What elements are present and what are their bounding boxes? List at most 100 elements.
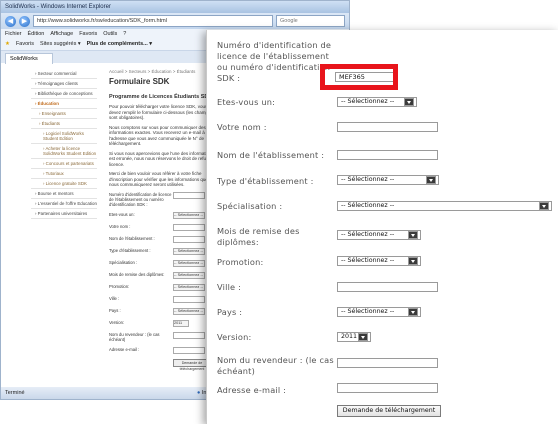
mini-mois-label: Mois de remise des diplômes:	[109, 271, 165, 277]
type-etablissement-select[interactable]: -- Sélectionnez --	[337, 175, 439, 185]
mini-etes-label: Etes-vous un:	[109, 211, 135, 217]
specialisation-select[interactable]: -- Sélectionnez --	[337, 201, 552, 211]
menu-favoris[interactable]: Favoris	[79, 29, 97, 39]
mini-etab-label: Nom de l'établissement :	[109, 235, 155, 241]
intro-paragraph: Pour pouvoir télécharger votre licence S…	[109, 104, 211, 120]
mini-revendeur-label: Nom du revendeur : (le cas échéant)	[109, 331, 160, 342]
menu-affichage[interactable]: Affichage	[50, 29, 73, 39]
specialisation-label: Spécialisation :	[217, 201, 283, 211]
search-input[interactable]: Google	[276, 15, 345, 27]
star-icon[interactable]: ★	[5, 39, 10, 50]
mini-etab-input[interactable]	[173, 235, 205, 243]
menu-edition[interactable]: Édition	[28, 29, 45, 39]
page-subtitle: Programme de Licences Étudiants SDK	[109, 94, 213, 100]
highlight-box	[320, 64, 398, 90]
mois-remise-label: Mois de remise des diplômes:	[217, 226, 300, 247]
mini-promo-select[interactable]: -- Sélectionnez --	[173, 283, 205, 291]
mini-sdk-input[interactable]	[173, 191, 205, 199]
etablissement-input[interactable]	[337, 150, 438, 160]
globe-icon: ●	[197, 390, 201, 396]
more-addons-link[interactable]: Plus de compléments... ▾	[87, 39, 152, 50]
etablissement-label: Nom de l'établissement :	[217, 150, 325, 160]
chevron-down-icon[interactable]	[358, 333, 368, 341]
mini-email-input[interactable]	[173, 346, 205, 354]
email-input[interactable]	[337, 383, 438, 393]
mini-spec-select[interactable]: -- Sélectionnez --	[173, 259, 205, 267]
page-title: Formulaire SDK	[109, 77, 170, 86]
mini-sdk-label: Numéro d'identification de licence de l'…	[109, 191, 172, 207]
nom-label: Votre nom :	[217, 122, 267, 132]
chevron-down-icon[interactable]	[408, 257, 418, 265]
url-bar[interactable]: http://www.solidworks.fr/sw/education/SD…	[33, 15, 273, 27]
left-nav-item[interactable]: › Acheter la licence SolidWorks Student …	[31, 144, 97, 159]
download-request-button[interactable]: Demande de téléchargement	[337, 405, 441, 417]
mini-version-label: Version:	[109, 319, 125, 325]
pays-select[interactable]: -- Sélectionnez --	[337, 307, 421, 317]
menu-help[interactable]: ?	[123, 29, 126, 39]
mini-version-select[interactable]: 2011	[173, 319, 189, 327]
mini-type-select[interactable]: -- Sélectionnez --	[173, 247, 205, 255]
menu-fichier[interactable]: Fichier	[5, 29, 22, 39]
mini-form: Numéro d'identification de licence de l'…	[109, 191, 219, 371]
version-select[interactable]: 2011	[337, 332, 371, 342]
left-nav: › Secteur commercial › Témoignages client…	[31, 69, 97, 219]
promotion-select[interactable]: -- Sélectionnez --	[337, 256, 421, 266]
left-nav-item[interactable]: › Licence gratuite SDK	[31, 179, 97, 189]
mini-promo-label: Promotion:	[109, 283, 130, 289]
forward-icon[interactable]: ▶	[19, 15, 30, 27]
mini-pays-label: Pays :	[109, 307, 121, 313]
left-nav-item[interactable]: › Bibliothèque de conceptions	[31, 89, 97, 99]
mini-ville-input[interactable]	[173, 295, 205, 303]
left-nav-item[interactable]: › L'essentiel de l'offre Education	[31, 199, 97, 209]
mois-remise-select[interactable]: -- Sélectionnez --	[337, 230, 421, 240]
chevron-down-icon[interactable]	[404, 98, 414, 106]
chevron-down-icon[interactable]	[408, 308, 418, 316]
version-label: Version:	[217, 332, 252, 342]
type-etablissement-label: Type d'établissement :	[217, 176, 314, 186]
pays-label: Pays :	[217, 307, 243, 317]
menu-outils[interactable]: Outils	[103, 29, 117, 39]
revendeur-input[interactable]	[337, 358, 438, 368]
etes-vous-select[interactable]: -- Sélectionnez --	[337, 97, 417, 107]
promotion-label: Promotion:	[217, 257, 264, 267]
status-text: Terminé	[5, 390, 25, 396]
mini-type-label: Type d'établissement :	[109, 247, 151, 253]
chevron-down-icon[interactable]	[426, 176, 436, 184]
ville-label: Ville :	[217, 282, 242, 292]
intro-paragraph: Nous comptons sur vous pour communiquer …	[109, 124, 206, 147]
left-nav-item[interactable]: › Partenaires universitaires	[31, 209, 97, 219]
email-label: Adresse e-mail :	[217, 385, 287, 395]
window-title: SolidWorks - Windows Internet Explorer	[1, 1, 349, 13]
mini-mois-select[interactable]: -- Sélectionnez --	[173, 271, 205, 279]
mini-nom-input[interactable]	[173, 223, 205, 231]
sdk-label: Numéro d'identification de licence de l'…	[217, 40, 332, 83]
mini-spec-label: Spécialisation :	[109, 259, 138, 265]
main-column: Accueil > Secteurs > Éducation > Étudian…	[109, 69, 219, 372]
revendeur-label: Nom du revendeur : (le cas échéant)	[217, 355, 334, 376]
address-row: ◀ ▶ http://www.solidworks.fr/sw/educatio…	[1, 13, 349, 29]
nom-input[interactable]	[337, 122, 438, 132]
chevron-down-icon[interactable]	[539, 202, 549, 210]
chevron-down-icon[interactable]	[408, 231, 418, 239]
left-nav-item[interactable]: › Témoignages clients	[31, 79, 97, 89]
left-nav-item[interactable]: › Logiciel SolidWorks Student Edition	[31, 129, 97, 144]
left-nav-item[interactable]: › Éducation	[31, 99, 97, 109]
suggested-sites-link[interactable]: Sites suggérés ▾	[40, 39, 81, 50]
left-nav-item[interactable]: › Tutoriaux	[31, 169, 97, 179]
mini-nom-label: Votre nom :	[109, 223, 131, 229]
mini-ville-label: Ville :	[109, 295, 120, 301]
left-nav-item[interactable]: › Concours et partenariats	[31, 159, 97, 169]
etes-vous-label: Etes-vous un:	[217, 97, 276, 107]
left-nav-item[interactable]: › Étudiants	[31, 119, 97, 129]
ville-input[interactable]	[337, 282, 438, 292]
left-nav-item[interactable]: › Secteur commercial	[31, 69, 97, 79]
left-nav-item[interactable]: › Bourse et mentors	[31, 189, 97, 199]
mini-revendeur-input[interactable]	[173, 331, 205, 339]
back-icon[interactable]: ◀	[5, 15, 16, 27]
mini-etes-select[interactable]: -- Sélectionnez --	[173, 211, 205, 219]
breadcrumb: Accueil > Secteurs > Éducation > Étudian…	[109, 69, 196, 74]
left-nav-item[interactable]: › Enseignants	[31, 109, 97, 119]
mini-pays-select[interactable]: -- Sélectionnez --	[173, 307, 205, 315]
favoris-link[interactable]: Favoris	[16, 39, 34, 50]
mini-email-label: Adresse e-mail :	[109, 346, 140, 352]
